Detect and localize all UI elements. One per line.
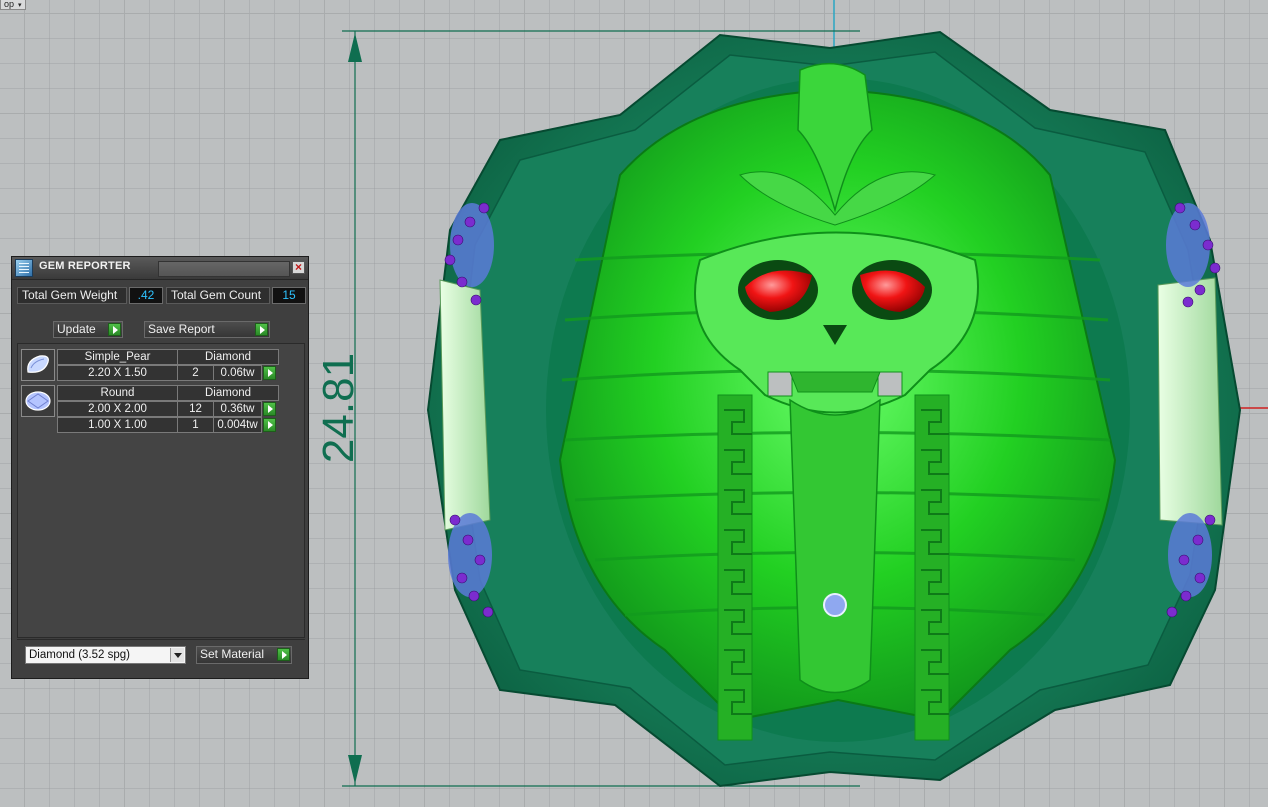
play-arrow-icon [277, 648, 290, 661]
gem-reporter-titlebar[interactable]: GEM REPORTER × [12, 257, 308, 280]
gem-weight-cell: 0.004tw [213, 417, 262, 433]
dimension-text: 24.81 [314, 353, 363, 463]
gem-shape-cell: Round [57, 385, 178, 401]
pharaoh-head [546, 62, 1130, 742]
round-gem-icon[interactable] [21, 385, 55, 417]
chin-gem [823, 593, 847, 617]
gem-weight-cell: 0.36tw [213, 401, 262, 417]
play-arrow-icon [255, 323, 268, 336]
total-gem-count-label: Total Gem Count [166, 287, 270, 304]
pear-gem-icon[interactable] [21, 349, 55, 381]
gem-count-cell: 1 [177, 417, 214, 433]
select-gems-button[interactable] [263, 366, 276, 380]
play-arrow-icon [108, 323, 121, 336]
total-gem-weight-value: .42 [129, 287, 163, 304]
gem-size-cell: 2.20 X 1.50 [57, 365, 178, 381]
select-gems-button[interactable] [263, 418, 276, 432]
total-gem-count-value: 15 [272, 287, 306, 304]
close-icon[interactable]: × [292, 261, 305, 274]
chevron-down-icon[interactable] [170, 648, 184, 662]
gem-reporter-app-icon [15, 259, 33, 277]
gem-shape-cell: Simple_Pear [57, 349, 178, 365]
gem-material-cell: Diamond [177, 349, 279, 365]
panel-title: GEM REPORTER [39, 260, 131, 272]
material-select[interactable]: Diamond (3.52 spg) [25, 646, 186, 664]
save-report-button[interactable]: Save Report [144, 321, 270, 338]
gem-count-cell: 2 [177, 365, 214, 381]
set-material-button[interactable]: Set Material [196, 646, 292, 664]
select-gems-button[interactable] [263, 402, 276, 416]
gem-material-cell: Diamond [177, 385, 279, 401]
gem-size-cell: 2.00 X 2.00 [57, 401, 178, 417]
gem-reporter-panel: GEM REPORTER × Total Gem Weight .42 Tota… [11, 256, 309, 679]
gem-list: Simple_Pear Diamond 2.20 X 1.50 2 0.06tw… [17, 343, 305, 638]
total-gem-weight-label: Total Gem Weight [17, 287, 127, 304]
gem-size-cell: 1.00 X 1.00 [57, 417, 178, 433]
gem-weight-cell: 0.06tw [213, 365, 262, 381]
update-button[interactable]: Update [53, 321, 123, 338]
gem-count-cell: 12 [177, 401, 214, 417]
